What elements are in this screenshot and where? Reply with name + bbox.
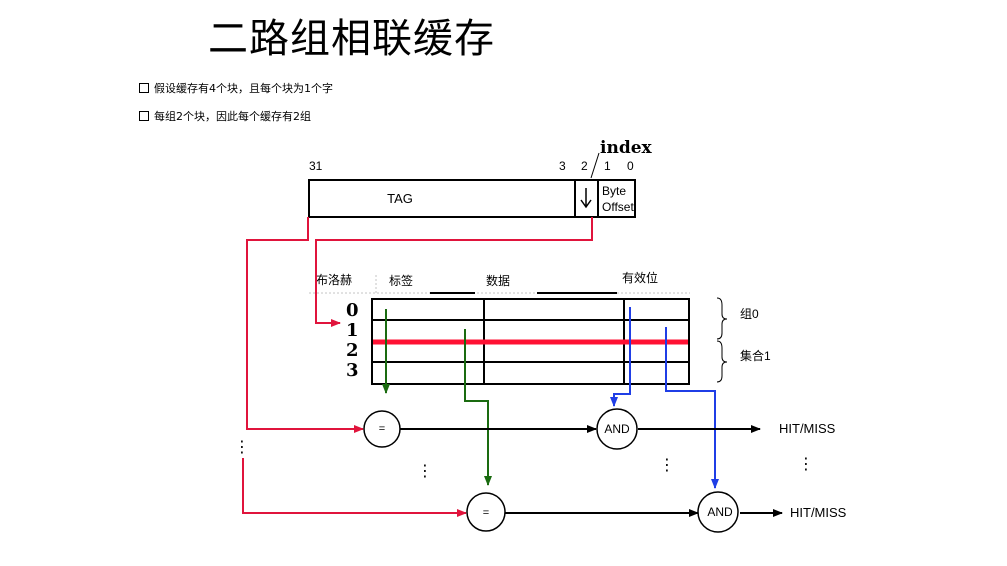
byte-offset-label-line1: Byte: [602, 184, 626, 198]
hit-miss-output-1: HIT/MISS: [779, 421, 836, 436]
group-label-set1: 集合1: [740, 348, 771, 363]
index-label: index: [600, 138, 653, 158]
bit-label-2: 2: [581, 159, 588, 173]
bit-label-3: 3: [559, 159, 566, 173]
row-number-3: 3: [346, 360, 359, 381]
row-number-1: 1: [346, 320, 359, 341]
and-gate-1-label: AND: [604, 422, 630, 436]
row-number-0: 0: [346, 300, 359, 321]
column-header-data: 数据: [486, 273, 510, 288]
cache-diagram: 31 3 2 1 0 index TAG Byte Offset 布洛赫 标签 …: [234, 138, 847, 533]
tag-field-label: TAG: [387, 191, 413, 206]
column-header-tag: 标签: [389, 273, 413, 288]
hit-miss-output-2: HIT/MISS: [790, 505, 847, 520]
comparator-gate-1-label: =: [379, 423, 385, 435]
ellipsis-vertical-icon: ⋮: [798, 454, 814, 473]
ellipsis-vertical-icon: ⋮: [417, 461, 433, 480]
column-header-boolean: 布洛赫: [316, 272, 352, 287]
ellipsis-vertical-icon: ⋮: [234, 437, 250, 456]
ellipsis-vertical-icon: ⋮: [659, 455, 675, 474]
comparator-gate-2-label: =: [483, 507, 489, 519]
column-header-valid: 有效位: [622, 270, 658, 285]
index-pointer-line: [590, 152, 600, 179]
brace-set1: [716, 340, 728, 383]
bit-label-31: 31: [309, 159, 323, 173]
bit-label-0: 0: [627, 159, 634, 173]
byte-offset-label-line2: Offset: [602, 200, 634, 214]
brace-set0: [716, 297, 728, 340]
tag-field: [308, 179, 576, 218]
row-number-2: 2: [346, 340, 359, 361]
group-label-set0: 组0: [740, 307, 759, 321]
and-gate-2-label: AND: [707, 505, 733, 519]
bit-label-1: 1: [604, 159, 611, 173]
